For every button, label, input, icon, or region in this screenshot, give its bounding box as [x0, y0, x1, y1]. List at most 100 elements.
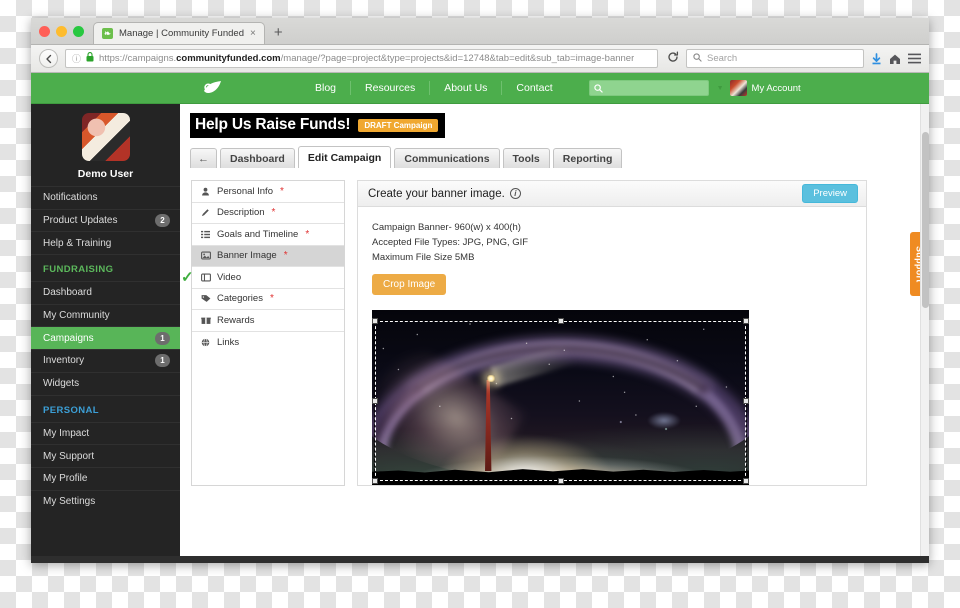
nav-link-contact[interactable]: Contact: [502, 81, 566, 95]
tab-dashboard[interactable]: Dashboard: [220, 148, 295, 168]
browser-menu-button[interactable]: [908, 53, 921, 64]
sidebar-item-label: Notifications: [43, 192, 98, 204]
banner-image-cropper[interactable]: [372, 310, 749, 485]
crop-handle-ne[interactable]: [743, 318, 749, 324]
sidebar-item-my-profile[interactable]: My Profile: [31, 466, 180, 490]
page-scrollbar[interactable]: [920, 104, 929, 556]
sidebar-item-dashboard[interactable]: Dashboard: [31, 281, 180, 304]
crop-selection[interactable]: [372, 318, 749, 484]
sidebar-item-campaigns[interactable]: Campaigns 1: [31, 326, 180, 350]
sidebar-item-help-training[interactable]: Help & Training: [31, 231, 180, 254]
tab-reporting[interactable]: Reporting: [552, 148, 623, 168]
sidebar-item-label: Product Updates: [43, 215, 118, 227]
crop-handle-se[interactable]: [743, 478, 749, 484]
menu-item-video[interactable]: ✓ Video: [181, 267, 344, 289]
sidebar-item-label: My Profile: [43, 473, 88, 485]
menu-item-label: Banner Image: [217, 250, 277, 262]
sidebar-item-label: Campaigns: [43, 332, 94, 344]
tab-tools[interactable]: Tools: [502, 148, 550, 168]
downloads-button[interactable]: [871, 52, 882, 65]
page-title: Help Us Raise Funds!: [195, 116, 351, 133]
avatar[interactable]: [81, 113, 130, 161]
chevron-down-icon[interactable]: ▼: [717, 85, 724, 92]
nav-link-blog[interactable]: Blog: [301, 81, 352, 95]
browser-search-input[interactable]: Search: [686, 49, 864, 68]
page-body: Demo User Notifications Product Updates …: [31, 104, 929, 556]
my-account-menu[interactable]: My Account: [729, 80, 801, 96]
url-domain: communityfunded.com: [176, 53, 281, 64]
url-text: https://campaigns.communityfunded.com/ma…: [99, 53, 634, 64]
sidebar-item-inventory[interactable]: Inventory 1: [31, 349, 180, 372]
spec-filesize: Maximum File Size 5MB: [372, 252, 475, 263]
sidebar-item-widgets[interactable]: Widgets: [31, 371, 180, 395]
back-button[interactable]: ←: [190, 148, 217, 168]
menu-item-links[interactable]: Links: [192, 332, 344, 354]
required-marker: *: [283, 250, 288, 262]
tab-communications[interactable]: Communications: [394, 148, 500, 168]
sidebar-item-my-impact[interactable]: My Impact: [31, 421, 180, 445]
site-logo-icon[interactable]: [199, 77, 225, 99]
url-bar[interactable]: ⓘ https://campaigns.communityfunded.com/…: [65, 49, 658, 68]
sidebar-item-my-community[interactable]: My Community: [31, 303, 180, 327]
spec-filetypes: Accepted File Types: JPG, PNG, GIF: [372, 237, 529, 248]
menu-item-label: Rewards: [217, 314, 255, 326]
required-marker: *: [269, 293, 274, 305]
sidebar-item-my-settings[interactable]: My Settings: [31, 489, 180, 513]
menu-item-rewards[interactable]: Rewards: [192, 310, 344, 332]
close-icon[interactable]: ×: [250, 28, 256, 39]
info-icon[interactable]: i: [509, 188, 521, 199]
my-account-label: My Account: [751, 82, 801, 94]
crop-handle-e[interactable]: [743, 398, 749, 404]
maximize-window-button[interactable]: [73, 26, 84, 37]
menu-item-personal-info[interactable]: Personal Info *: [192, 181, 344, 203]
menu-item-goals-and-timeline[interactable]: Goals and Timeline *: [192, 224, 344, 246]
crop-image-button[interactable]: Crop Image: [372, 274, 447, 295]
menu-item-categories[interactable]: Categories *: [192, 289, 344, 310]
preview-button[interactable]: Preview: [802, 184, 858, 203]
spec-dimensions: Campaign Banner- 960(w) x 400(h): [372, 222, 521, 233]
crop-handle-w[interactable]: [372, 398, 378, 404]
sidebar-item-product-updates[interactable]: Product Updates 2: [31, 208, 180, 232]
page-info-icon[interactable]: ⓘ: [72, 52, 81, 65]
sidebar-item-label: My Settings: [43, 495, 96, 507]
menu-item-banner-image[interactable]: Banner Image *: [192, 245, 344, 267]
gift-icon: [200, 316, 211, 325]
reload-button[interactable]: [665, 51, 679, 66]
menu-item-description[interactable]: Description *: [192, 203, 344, 224]
hamburger-icon: [908, 53, 921, 64]
sidebar-item-label: My Impact: [43, 427, 90, 439]
menu-item-label: Description: [217, 207, 265, 219]
menu-item-label: Links: [217, 336, 240, 348]
required-marker: *: [279, 185, 284, 197]
minimize-window-button[interactable]: [56, 26, 67, 37]
url-path: /manage/?page=project&type=projects&id=1…: [280, 53, 635, 64]
menu-item-label: Categories: [217, 293, 263, 305]
back-button[interactable]: [39, 49, 58, 68]
crop-handle-n[interactable]: [557, 318, 564, 324]
avatar: [729, 80, 747, 96]
close-window-button[interactable]: [39, 26, 50, 37]
browser-tab[interactable]: ❧ Manage | Community Funded ×: [93, 22, 265, 44]
window-controls: [31, 26, 93, 44]
sidebar-item-label: Help & Training: [43, 237, 112, 249]
crop-handle-s[interactable]: [557, 478, 564, 484]
home-button[interactable]: [889, 53, 901, 65]
site-search-input[interactable]: [588, 80, 709, 96]
sidebar-section-fundraising: FUNDRAISING: [31, 254, 180, 281]
sidebar-item-notifications[interactable]: Notifications: [31, 186, 180, 209]
campaign-title-bar: Help Us Raise Funds! DRAFT Campaign: [190, 113, 446, 138]
sidebar-item-my-support[interactable]: My Support: [31, 444, 180, 467]
new-tab-button[interactable]: +: [265, 24, 292, 44]
scrollbar-thumb[interactable]: [922, 132, 929, 308]
main-content: Help Us Raise Funds! DRAFT Campaign ← Da…: [180, 104, 929, 556]
crop-handle-sw[interactable]: [372, 478, 378, 484]
nav-link-about-us[interactable]: About Us: [430, 81, 503, 95]
tab-edit-campaign[interactable]: Edit Campaign: [297, 146, 392, 168]
crop-handle-nw[interactable]: [372, 318, 378, 324]
sidebar-item-label: Inventory: [43, 355, 85, 367]
browser-tab-strip: ❧ Manage | Community Funded × +: [31, 18, 929, 45]
banner-specs: Campaign Banner- 960(w) x 400(h) Accepte…: [372, 220, 866, 265]
edit-section-menu: Personal Info * Description * Goals and …: [181, 180, 345, 486]
lock-icon: [86, 52, 94, 65]
nav-link-resources[interactable]: Resources: [351, 81, 431, 95]
